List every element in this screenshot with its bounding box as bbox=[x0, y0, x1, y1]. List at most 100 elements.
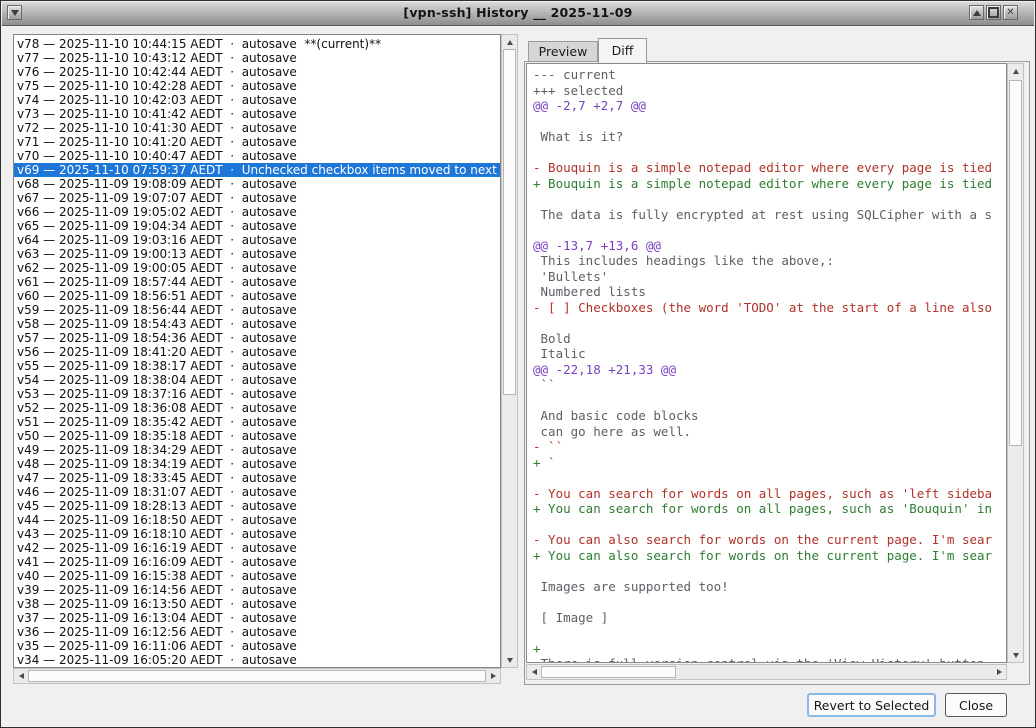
diff-line: What is it? bbox=[533, 129, 1006, 145]
list-item[interactable]: v39 — 2025-11-09 16:14:56 AEDT · autosav… bbox=[14, 583, 500, 597]
diff-line: can go here as well. bbox=[533, 424, 1006, 440]
list-item[interactable]: v34 — 2025-11-09 16:05:20 AEDT · autosav… bbox=[14, 653, 500, 667]
scroll-left-button[interactable] bbox=[14, 669, 28, 683]
list-vertical-scrollbar[interactable] bbox=[501, 34, 518, 668]
scroll-up-button[interactable] bbox=[502, 35, 517, 49]
list-item[interactable]: v78 — 2025-11-10 10:44:15 AEDT · autosav… bbox=[14, 37, 500, 51]
list-item[interactable]: v68 — 2025-11-09 19:08:09 AEDT · autosav… bbox=[14, 177, 500, 191]
diff-line: + ` bbox=[533, 455, 1006, 471]
scroll-right-button[interactable] bbox=[486, 669, 500, 683]
list-item[interactable]: v45 — 2025-11-09 18:28:13 AEDT · autosav… bbox=[14, 499, 500, 513]
list-item-selected[interactable]: v69 — 2025-11-10 07:59:37 AEDT · Uncheck… bbox=[14, 163, 500, 177]
list-item[interactable]: v64 — 2025-11-09 19:03:16 AEDT · autosav… bbox=[14, 233, 500, 247]
list-item[interactable]: v57 — 2025-11-09 18:54:36 AEDT · autosav… bbox=[14, 331, 500, 345]
diff-line: - You can search for words on all pages,… bbox=[533, 486, 1006, 502]
list-vscroll-thumb[interactable] bbox=[503, 49, 516, 395]
diff-view[interactable]: --- current+++ selected@@ -2,7 +2,7 @@ W… bbox=[526, 63, 1007, 663]
diff-line: - [ ] Checkboxes (the word 'TODO' at the… bbox=[533, 300, 1006, 316]
diff-line bbox=[533, 470, 1006, 486]
diff-vertical-scrollbar[interactable] bbox=[1007, 63, 1024, 663]
scroll-left-button[interactable] bbox=[527, 665, 541, 679]
diff-hscroll-thumb[interactable] bbox=[541, 666, 676, 678]
diff-line: + Bouquin is a simple notepad editor whe… bbox=[533, 176, 1006, 192]
diff-line bbox=[533, 222, 1006, 238]
list-item[interactable]: v60 — 2025-11-09 18:56:51 AEDT · autosav… bbox=[14, 289, 500, 303]
list-item[interactable]: v62 — 2025-11-09 19:00:05 AEDT · autosav… bbox=[14, 261, 500, 275]
list-item[interactable]: v48 — 2025-11-09 18:34:19 AEDT · autosav… bbox=[14, 457, 500, 471]
list-item[interactable]: v74 — 2025-11-10 10:42:03 AEDT · autosav… bbox=[14, 93, 500, 107]
list-item[interactable]: v46 — 2025-11-09 18:31:07 AEDT · autosav… bbox=[14, 485, 500, 499]
list-item[interactable]: v63 — 2025-11-09 19:00:13 AEDT · autosav… bbox=[14, 247, 500, 261]
history-window: [vpn-ssh] History __ 2025-11-09 ✕ v78 — … bbox=[0, 0, 1036, 728]
list-item[interactable]: v58 — 2025-11-09 18:54:43 AEDT · autosav… bbox=[14, 317, 500, 331]
scroll-down-button[interactable] bbox=[502, 653, 517, 667]
diff-line: Images are supported too! bbox=[533, 579, 1006, 595]
list-item[interactable]: v53 — 2025-11-09 18:37:16 AEDT · autosav… bbox=[14, 387, 500, 401]
diff-line: + You can search for words on all pages,… bbox=[533, 501, 1006, 517]
list-item[interactable]: v42 — 2025-11-09 16:16:19 AEDT · autosav… bbox=[14, 541, 500, 555]
diff-line bbox=[533, 517, 1006, 533]
diff-line bbox=[533, 594, 1006, 610]
diff-vscroll-thumb[interactable] bbox=[1009, 80, 1022, 446]
revert-to-selected-button[interactable]: Revert to Selected bbox=[807, 693, 936, 717]
list-item[interactable]: v50 — 2025-11-09 18:35:18 AEDT · autosav… bbox=[14, 429, 500, 443]
list-item[interactable]: v73 — 2025-11-10 10:41:42 AEDT · autosav… bbox=[14, 107, 500, 121]
diff-line: And basic code blocks bbox=[533, 408, 1006, 424]
scroll-down-button[interactable] bbox=[1008, 648, 1023, 662]
list-item[interactable]: v56 — 2025-11-09 18:41:20 AEDT · autosav… bbox=[14, 345, 500, 359]
list-item[interactable]: v38 — 2025-11-09 16:13:50 AEDT · autosav… bbox=[14, 597, 500, 611]
list-item[interactable]: v36 — 2025-11-09 16:12:56 AEDT · autosav… bbox=[14, 625, 500, 639]
list-item[interactable]: v51 — 2025-11-09 18:35:42 AEDT · autosav… bbox=[14, 415, 500, 429]
list-hscroll-thumb[interactable] bbox=[28, 670, 486, 682]
list-item[interactable]: v61 — 2025-11-09 18:57:44 AEDT · autosav… bbox=[14, 275, 500, 289]
list-item[interactable]: v47 — 2025-11-09 18:33:45 AEDT · autosav… bbox=[14, 471, 500, 485]
diff-line bbox=[533, 191, 1006, 207]
list-horizontal-scrollbar[interactable] bbox=[13, 668, 501, 684]
maximize-icon bbox=[988, 7, 999, 18]
scroll-right-button[interactable] bbox=[992, 665, 1006, 679]
list-item[interactable]: v37 — 2025-11-09 16:13:04 AEDT · autosav… bbox=[14, 611, 500, 625]
close-window-button[interactable]: ✕ bbox=[1003, 5, 1018, 20]
list-item[interactable]: v35 — 2025-11-09 16:11:06 AEDT · autosav… bbox=[14, 639, 500, 653]
list-item[interactable]: v41 — 2025-11-09 16:16:09 AEDT · autosav… bbox=[14, 555, 500, 569]
list-item[interactable]: v66 — 2025-11-09 19:05:02 AEDT · autosav… bbox=[14, 205, 500, 219]
list-item[interactable]: v44 — 2025-11-09 16:18:50 AEDT · autosav… bbox=[14, 513, 500, 527]
tab-preview[interactable]: Preview bbox=[528, 41, 598, 62]
diff-line: There is full version control via the 'V… bbox=[533, 656, 1006, 663]
diff-line bbox=[533, 145, 1006, 161]
list-item[interactable]: v59 — 2025-11-09 18:56:44 AEDT · autosav… bbox=[14, 303, 500, 317]
close-button[interactable]: Close bbox=[945, 693, 1007, 717]
list-item[interactable]: v49 — 2025-11-09 18:34:29 AEDT · autosav… bbox=[14, 443, 500, 457]
titlebar: [vpn-ssh] History __ 2025-11-09 ✕ bbox=[2, 2, 1034, 26]
maximize-button[interactable] bbox=[986, 5, 1001, 20]
list-item[interactable]: v65 — 2025-11-09 19:04:34 AEDT · autosav… bbox=[14, 219, 500, 233]
list-item[interactable]: v55 — 2025-11-09 18:38:17 AEDT · autosav… bbox=[14, 359, 500, 373]
tab-diff[interactable]: Diff bbox=[598, 38, 647, 63]
arrow-right-icon bbox=[491, 673, 496, 679]
list-item[interactable]: v43 — 2025-11-09 16:18:10 AEDT · autosav… bbox=[14, 527, 500, 541]
shade-button[interactable] bbox=[969, 5, 984, 20]
diff-line: `` bbox=[533, 377, 1006, 393]
version-list[interactable]: v78 — 2025-11-10 10:44:15 AEDT · autosav… bbox=[13, 34, 501, 668]
list-item[interactable]: v77 — 2025-11-10 10:43:12 AEDT · autosav… bbox=[14, 51, 500, 65]
diff-line bbox=[533, 563, 1006, 579]
diff-line: @@ -13,7 +13,6 @@ bbox=[533, 238, 1006, 254]
list-item[interactable]: v52 — 2025-11-09 18:36:08 AEDT · autosav… bbox=[14, 401, 500, 415]
diff-line: 'Bullets' bbox=[533, 269, 1006, 285]
diff-horizontal-scrollbar[interactable] bbox=[526, 664, 1007, 680]
diff-line bbox=[533, 393, 1006, 409]
diff-line: + bbox=[533, 641, 1006, 657]
list-item[interactable]: v75 — 2025-11-10 10:42:28 AEDT · autosav… bbox=[14, 79, 500, 93]
list-item[interactable]: v67 — 2025-11-09 19:07:07 AEDT · autosav… bbox=[14, 191, 500, 205]
scroll-up-button[interactable] bbox=[1008, 64, 1023, 78]
list-item[interactable]: v54 — 2025-11-09 18:38:04 AEDT · autosav… bbox=[14, 373, 500, 387]
list-item[interactable]: v70 — 2025-11-10 10:40:47 AEDT · autosav… bbox=[14, 149, 500, 163]
diff-line: - You can also search for words on the c… bbox=[533, 532, 1006, 548]
diff-line: - Bouquin is a simple notepad editor whe… bbox=[533, 160, 1006, 176]
list-item[interactable]: v76 — 2025-11-10 10:42:44 AEDT · autosav… bbox=[14, 65, 500, 79]
list-item[interactable]: v72 — 2025-11-10 10:41:30 AEDT · autosav… bbox=[14, 121, 500, 135]
diff-line: @@ -22,18 +21,33 @@ bbox=[533, 362, 1006, 378]
window-title: [vpn-ssh] History __ 2025-11-09 bbox=[2, 5, 1034, 20]
list-item[interactable]: v71 — 2025-11-10 10:41:20 AEDT · autosav… bbox=[14, 135, 500, 149]
list-item[interactable]: v40 — 2025-11-09 16:15:38 AEDT · autosav… bbox=[14, 569, 500, 583]
